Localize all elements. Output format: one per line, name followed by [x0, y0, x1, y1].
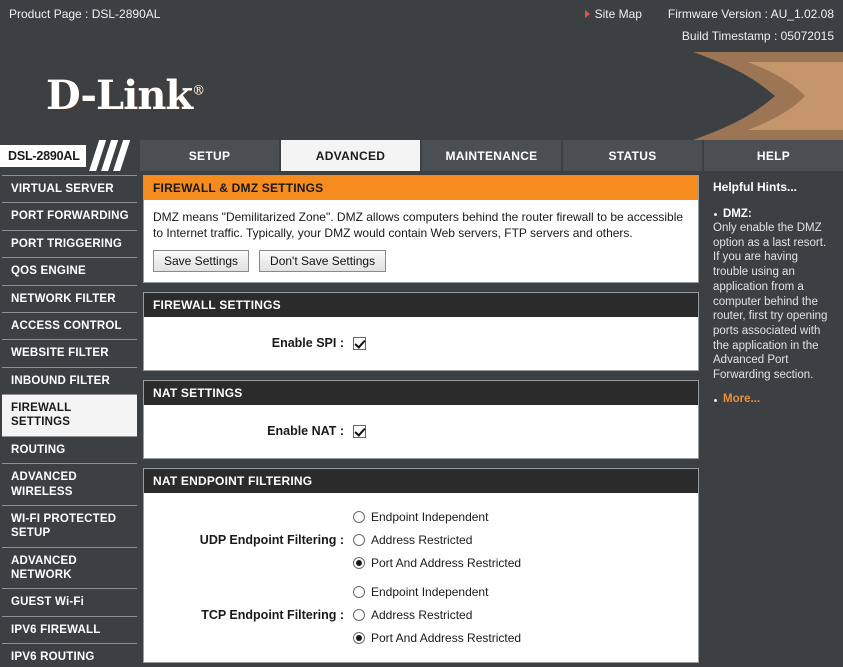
topbar-right-group: Site Map Firmware Version : AU_1.02.08	[584, 7, 834, 21]
intro-description: DMZ means "Demilitarized Zone". DMZ allo…	[153, 210, 684, 241]
tcp-option-address-restricted[interactable]: Address Restricted	[353, 608, 521, 622]
product-page-label: Product Page : DSL-2890AL	[9, 7, 161, 21]
page-title: FIREWALL & DMZ SETTINGS	[144, 176, 698, 200]
udp-option-endpoint-independent[interactable]: Endpoint Independent	[353, 510, 521, 524]
sidebar-item-ipv6-firewall[interactable]: IPV6 FIREWALL	[2, 616, 137, 645]
firmware-version-label: Firmware Version : AU_1.02.08	[667, 7, 834, 21]
sidebar-item-network-filter[interactable]: NETWORK FILTER	[2, 285, 137, 313]
option-label: Endpoint Independent	[371, 510, 489, 525]
enable-spi-checkbox[interactable]	[353, 336, 366, 350]
primary-nav: DSL-2890AL SETUP ADVANCED MAINTENANCE ST…	[0, 140, 843, 171]
save-settings-button[interactable]: Save Settings	[153, 250, 250, 273]
tcp-option-endpoint-independent[interactable]: Endpoint Independent	[353, 585, 521, 599]
nat-endpoint-filtering-card: NAT ENDPOINT FILTERING UDP Endpoint Filt…	[143, 468, 699, 664]
sidebar-item-guest-wifi[interactable]: GUEST Wi-Fi	[2, 589, 137, 617]
enable-nat-row: Enable NAT :	[153, 414, 689, 448]
radio-indicator	[353, 534, 365, 547]
hint-body-text: Only enable the DMZ option as a last res…	[713, 222, 828, 382]
sidebar-item-firewall-settings[interactable]: FIREWALL SETTINGS	[2, 395, 137, 437]
tcp-option-port-and-address-restricted[interactable]: Port And Address Restricted	[353, 631, 521, 645]
sidebar-item-qos-engine[interactable]: QOS ENGINE	[2, 258, 137, 286]
tcp-endpoint-filtering-label: TCP Endpoint Filtering :	[201, 607, 344, 622]
nat-settings-title: NAT SETTINGS	[144, 381, 698, 406]
enable-spi-row: Enable SPI :	[153, 326, 689, 360]
tcp-endpoint-filtering-options: Endpoint Independent Address Restricted …	[353, 584, 521, 645]
page-header-body: DMZ means "Demilitarized Zone". DMZ allo…	[144, 200, 698, 282]
udp-endpoint-filtering-row: UDP Endpoint Filtering : Endpoint Indepe…	[153, 502, 689, 577]
top-info-bar: Product Page : DSL-2890AL Site Map Firmw…	[0, 0, 843, 52]
option-label: Address Restricted	[371, 608, 473, 623]
sidebar-item-website-filter[interactable]: WEBSITE FILTER	[2, 340, 137, 368]
banner-swoosh-graphic	[693, 52, 843, 140]
udp-option-address-restricted[interactable]: Address Restricted	[353, 533, 521, 547]
firewall-settings-title: FIREWALL SETTINGS	[144, 293, 698, 318]
hint-item: DMZ: Only enable the DMZ option as a las…	[713, 208, 835, 383]
sidebar-item-advanced-wireless[interactable]: ADVANCED WIRELESS	[2, 464, 137, 506]
nat-settings-card: NAT SETTINGS Enable NAT :	[143, 380, 699, 460]
hint-heading: DMZ:	[713, 208, 835, 220]
enable-spi-label: Enable SPI :	[271, 336, 344, 351]
radio-indicator	[353, 557, 365, 570]
firewall-settings-body: Enable SPI :	[144, 317, 698, 370]
sidebar-item-port-triggering[interactable]: PORT TRIGGERING	[2, 230, 137, 259]
tab-status[interactable]: STATUS	[563, 140, 702, 171]
dlink-logo: D-Link®	[46, 72, 205, 119]
tcp-endpoint-filtering-row: TCP Endpoint Filtering : Endpoint Indepe…	[153, 577, 689, 652]
helpful-hints-title: Helpful Hints...	[713, 180, 797, 194]
site-map-label: Site Map	[594, 7, 642, 21]
sidebar-item-advanced-network[interactable]: ADVANCED NETWORK	[2, 547, 137, 590]
tab-advanced[interactable]: ADVANCED	[281, 140, 420, 171]
model-badge: DSL-2890AL	[0, 140, 137, 171]
page-body: VIRTUAL SERVER PORT FORWARDING PORT TRIG…	[0, 171, 843, 667]
udp-option-port-and-address-restricted[interactable]: Port And Address Restricted	[353, 556, 521, 570]
main-content: FIREWALL & DMZ SETTINGS DMZ means "Demil…	[143, 175, 699, 667]
option-label: Address Restricted	[371, 533, 473, 548]
tab-setup[interactable]: SETUP	[140, 140, 279, 171]
radio-indicator	[353, 632, 365, 645]
nat-settings-body: Enable NAT :	[144, 405, 698, 458]
option-label: Port And Address Restricted	[371, 631, 522, 646]
enable-nat-label: Enable NAT :	[267, 424, 344, 439]
enable-nat-checkbox[interactable]	[353, 424, 366, 438]
page-header-card: FIREWALL & DMZ SETTINGS DMZ means "Demil…	[143, 175, 699, 284]
nat-endpoint-filtering-title: NAT ENDPOINT FILTERING	[144, 469, 698, 494]
sidebar-menu: VIRTUAL SERVER PORT FORWARDING PORT TRIG…	[0, 175, 137, 667]
sidebar-item-access-control[interactable]: ACCESS CONTROL	[2, 312, 137, 341]
sidebar-item-inbound-filter[interactable]: INBOUND FILTER	[2, 367, 137, 395]
action-button-row: Save Settings Don't Save Settings	[153, 250, 689, 273]
hints-more-link[interactable]: More...	[713, 393, 835, 405]
sidebar-item-routing[interactable]: ROUTING	[2, 436, 137, 465]
nat-endpoint-filtering-body: UDP Endpoint Filtering : Endpoint Indepe…	[144, 493, 698, 662]
triangle-right-icon	[584, 10, 590, 18]
tab-help[interactable]: HELP	[704, 140, 843, 171]
firewall-settings-card: FIREWALL SETTINGS Enable SPI :	[143, 292, 699, 372]
option-label: Endpoint Independent	[371, 585, 489, 600]
udp-endpoint-filtering-label: UDP Endpoint Filtering :	[199, 532, 344, 547]
build-timestamp-label: Build Timestamp : 05072015	[681, 29, 834, 43]
slash-decoration-icon	[87, 140, 137, 171]
sidebar-item-wifi-protected-setup[interactable]: WI-FI PROTECTED SETUP	[2, 505, 137, 548]
brand-banner: D-Link®	[0, 52, 843, 140]
nav-tabs: SETUP ADVANCED MAINTENANCE STATUS HELP	[137, 140, 843, 171]
sidebar-item-virtual-server[interactable]: VIRTUAL SERVER	[2, 175, 137, 204]
site-map-link[interactable]: Site Map	[584, 7, 642, 21]
radio-indicator	[353, 511, 365, 524]
router-admin-page: Product Page : DSL-2890AL Site Map Firmw…	[0, 0, 843, 667]
udp-endpoint-filtering-options: Endpoint Independent Address Restricted …	[353, 509, 521, 570]
model-name-label: DSL-2890AL	[0, 144, 86, 167]
option-label: Port And Address Restricted	[371, 556, 522, 571]
radio-indicator	[353, 609, 365, 622]
sidebar-item-port-forwarding[interactable]: PORT FORWARDING	[2, 203, 137, 231]
tab-maintenance[interactable]: MAINTENANCE	[422, 140, 561, 171]
radio-indicator	[353, 586, 365, 599]
helpful-hints-panel: Helpful Hints... DMZ: Only enable the DM…	[705, 175, 843, 667]
dont-save-settings-button[interactable]: Don't Save Settings	[259, 250, 387, 273]
sidebar-item-ipv6-routing[interactable]: IPV6 ROUTING	[2, 644, 137, 667]
